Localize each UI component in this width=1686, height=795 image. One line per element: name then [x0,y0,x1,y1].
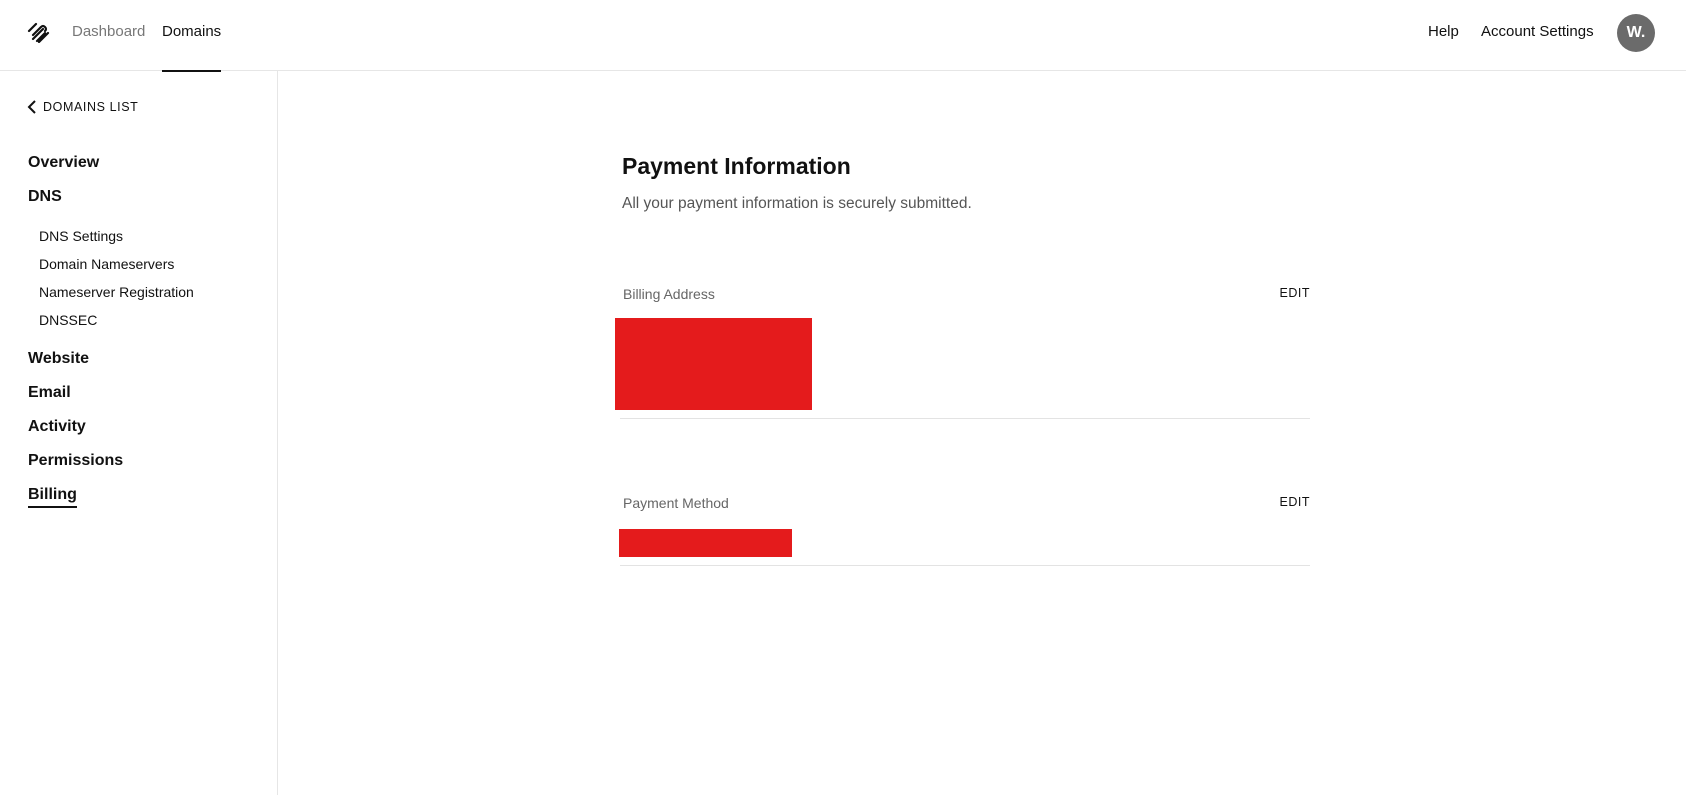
billing-address-divider [620,418,1310,419]
sidebar-item-dnssec[interactable]: DNSSEC [39,311,97,329]
avatar[interactable]: W. [1617,14,1655,52]
nav-domains[interactable]: Domains [162,0,222,72]
sidebar-item-overview[interactable]: Overview [28,153,99,173]
chevron-left-icon [27,100,36,114]
help-link[interactable]: Help [1428,0,1459,64]
sidebar-item-email[interactable]: Email [28,383,71,403]
sidebar-item-permissions[interactable]: Permissions [28,451,123,471]
edit-billing-address-button[interactable]: EDIT [1280,286,1310,300]
payment-method-divider [620,565,1310,566]
squarespace-logo-icon[interactable] [26,21,52,44]
sidebar-item-billing[interactable]: Billing [28,485,77,508]
sidebar-item-dns-settings[interactable]: DNS Settings [39,227,123,245]
back-to-domains-list-link[interactable]: DOMAINS LIST [27,98,138,116]
nav-dashboard[interactable]: Dashboard [72,0,145,71]
payment-method-label: Payment Method [623,495,729,511]
edit-payment-method-button[interactable]: EDIT [1280,495,1310,509]
sidebar: DOMAINS LIST Overview DNS DNS Settings D… [0,71,278,795]
back-label: DOMAINS LIST [43,100,139,114]
page-title: Payment Information [622,153,851,179]
top-navigation-bar: Dashboard Domains Help Account Settings … [0,0,1686,72]
billing-address-redacted [615,318,812,410]
sidebar-item-dns[interactable]: DNS [28,187,62,207]
sidebar-item-website[interactable]: Website [28,349,89,369]
sidebar-item-nameserver-registration[interactable]: Nameserver Registration [39,283,194,301]
page-subtitle: All your payment information is securely… [622,195,972,212]
account-settings-link[interactable]: Account Settings [1481,0,1594,64]
sidebar-item-domain-nameservers[interactable]: Domain Nameservers [39,255,174,273]
payment-method-redacted [619,529,792,557]
sidebar-item-activity[interactable]: Activity [28,417,86,437]
billing-address-label: Billing Address [623,286,715,302]
